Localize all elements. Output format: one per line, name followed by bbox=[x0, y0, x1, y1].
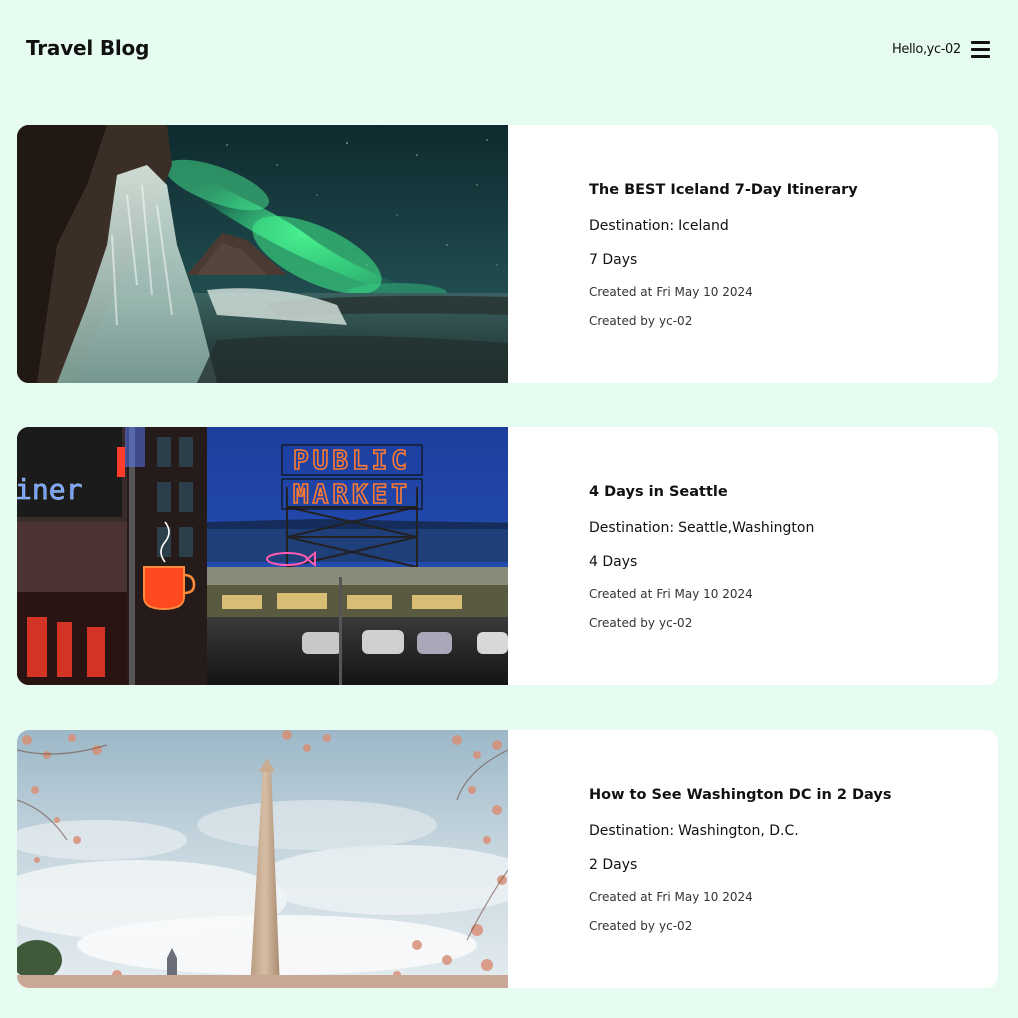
post-info: How to See Washington DC in 2 Days Desti… bbox=[589, 730, 989, 988]
created-label: Created at bbox=[589, 587, 653, 601]
post-image-washington-monument[interactable] bbox=[17, 730, 508, 988]
post-info: The BEST Iceland 7-Day Itinerary Destina… bbox=[589, 125, 989, 383]
destination-label: Destination: bbox=[589, 823, 675, 839]
post-card-washington-dc[interactable]: How to See Washington DC in 2 Days Desti… bbox=[17, 730, 998, 988]
site-header: Travel Blog Hello,yc-02 bbox=[0, 0, 1018, 100]
sign-public-text: PUBLIC bbox=[293, 446, 411, 476]
post-destination: Destination: Seattle,Washington bbox=[589, 520, 814, 536]
created-label: Created at bbox=[589, 890, 653, 904]
post-author: Created by yc-02 bbox=[589, 314, 692, 328]
diner-sign-text: iner bbox=[17, 473, 82, 506]
user-greeting: Hello,yc-02 bbox=[892, 42, 961, 57]
author-label: Created by bbox=[589, 616, 656, 630]
post-card-iceland[interactable]: The BEST Iceland 7-Day Itinerary Destina… bbox=[17, 125, 998, 383]
post-title[interactable]: How to See Washington DC in 2 Days bbox=[589, 787, 891, 803]
post-author: Created by yc-02 bbox=[589, 919, 692, 933]
post-author: Created by yc-02 bbox=[589, 616, 692, 630]
destination-label: Destination: bbox=[589, 218, 675, 234]
post-image-aurora[interactable] bbox=[17, 125, 508, 383]
author-value: yc-02 bbox=[659, 616, 693, 630]
destination-value: Seattle,Washington bbox=[678, 520, 815, 536]
post-duration: 7 Days bbox=[589, 252, 638, 268]
post-destination: Destination: Washington, D.C. bbox=[589, 823, 799, 839]
author-value: yc-02 bbox=[659, 919, 693, 933]
post-image-public-market[interactable]: PUBLIC MARKET iner bbox=[17, 427, 508, 685]
post-duration: 2 Days bbox=[589, 857, 638, 873]
destination-value: Washington, D.C. bbox=[678, 823, 799, 839]
sign-market-text: MARKET bbox=[293, 480, 411, 510]
post-destination: Destination: Iceland bbox=[589, 218, 729, 234]
author-label: Created by bbox=[589, 314, 656, 328]
author-value: yc-02 bbox=[659, 314, 693, 328]
post-created-date: Created at Fri May 10 2024 bbox=[589, 285, 753, 299]
post-info: 4 Days in Seattle Destination: Seattle,Wa… bbox=[589, 427, 989, 685]
created-value: Fri May 10 2024 bbox=[656, 285, 753, 299]
post-duration: 4 Days bbox=[589, 554, 638, 570]
created-value: Fri May 10 2024 bbox=[656, 890, 753, 904]
post-created-date: Created at Fri May 10 2024 bbox=[589, 890, 753, 904]
post-created-date: Created at Fri May 10 2024 bbox=[589, 587, 753, 601]
post-title[interactable]: The BEST Iceland 7-Day Itinerary bbox=[589, 182, 858, 198]
post-title[interactable]: 4 Days in Seattle bbox=[589, 484, 728, 500]
destination-value: Iceland bbox=[678, 218, 729, 234]
created-label: Created at bbox=[589, 285, 653, 299]
hamburger-menu-icon[interactable] bbox=[971, 41, 990, 58]
created-value: Fri May 10 2024 bbox=[656, 587, 753, 601]
destination-label: Destination: bbox=[589, 520, 675, 536]
author-label: Created by bbox=[589, 919, 656, 933]
post-card-seattle[interactable]: PUBLIC MARKET iner 4 Days in Seattle Des… bbox=[17, 427, 998, 685]
site-title[interactable]: Travel Blog bbox=[26, 36, 149, 60]
